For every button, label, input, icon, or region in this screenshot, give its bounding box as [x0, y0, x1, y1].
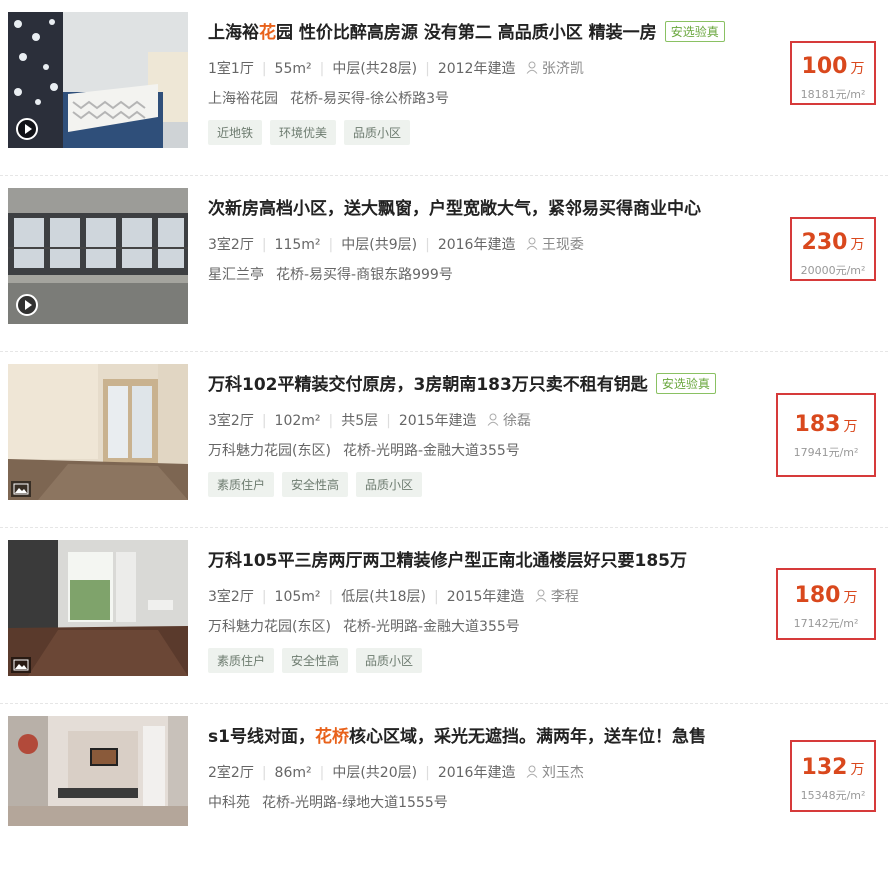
community-link[interactable]: 星汇兰亭	[208, 267, 264, 283]
play-video-icon[interactable]	[16, 294, 38, 316]
price-box: 100 万 18181元/m²	[790, 41, 876, 105]
unit-price: 15348元/m²	[800, 789, 866, 802]
photo-gallery-icon[interactable]	[11, 657, 31, 673]
feature-tags: 素质住户 安全性高 品质小区	[208, 472, 430, 497]
listing-address: 万科魅力花园(东区) 花桥-光明路-金融大道355号	[208, 443, 520, 459]
listing-photo[interactable]	[8, 188, 188, 324]
unit-price: 17142元/m²	[793, 617, 859, 630]
feature-tag: 安全性高	[282, 472, 349, 497]
listing-title[interactable]: s1号线对面，花桥核心区域，采光无遮挡。满两年，送车位！急售	[208, 722, 706, 747]
listing-item[interactable]: 万科102平精装交付原房，3房朝南183万只卖不租有钥匙 安选验真 3室2厅 | 10…	[0, 352, 888, 528]
listing-specs: 3室2厅 | 105m² | 低层(共18层) | 2015年建造 李程	[208, 589, 579, 605]
verified-badge: 安选验真	[664, 21, 725, 42]
person-icon	[535, 589, 547, 602]
listing-address: 上海裕花园 花桥-易买得-徐公桥路3号	[208, 91, 450, 107]
verified-badge: 安选验真	[655, 373, 716, 394]
price-box: 132 万 15348元/m²	[790, 740, 876, 812]
feature-tag: 品质小区	[356, 648, 423, 673]
person-icon	[526, 61, 538, 74]
person-icon	[487, 413, 499, 426]
feature-tags: 近地铁 环境优美 品质小区	[208, 120, 418, 145]
feature-tag: 品质小区	[344, 120, 411, 145]
price-box: 183 万 17941元/m²	[776, 393, 876, 477]
listing-specs: 3室2厅 | 102m² | 共5层 | 2015年建造 徐磊	[208, 413, 531, 429]
unit-price: 20000元/m²	[800, 264, 866, 277]
agent-name[interactable]: 王现委	[526, 237, 584, 253]
feature-tag: 素质住户	[208, 648, 275, 673]
feature-tag: 安全性高	[282, 648, 349, 673]
agent-name[interactable]: 李程	[535, 589, 579, 605]
listing-specs: 3室2厅 | 115m² | 中层(共9层) | 2016年建造 王现委	[208, 237, 584, 253]
listing-photo[interactable]	[8, 364, 188, 500]
listing-item[interactable]: 万科105平三房两厅两卫精装修户型正南北通楼层好只要185万 3室2厅 | 105m…	[0, 528, 888, 704]
price-box: 230 万 20000元/m²	[790, 217, 876, 281]
total-price: 180	[794, 583, 841, 608]
person-icon	[526, 765, 538, 778]
listing-item[interactable]: s1号线对面，花桥核心区域，采光无遮挡。满两年，送车位！急售 2室2厅 | 86m²…	[0, 704, 888, 880]
listing-specs: 1室1厅 | 55m² | 中层(共28层) | 2012年建造 张济凯	[208, 61, 584, 77]
total-price: 183	[794, 412, 841, 437]
listing-photo[interactable]	[8, 716, 188, 826]
listing-list: 上海裕花园 性价比醉高房源 没有第二 高品质小区 精装一房 安选验真 1室1厅 | 5…	[0, 0, 888, 880]
feature-tags: 素质住户 安全性高 品质小区	[208, 648, 430, 673]
total-price: 132	[801, 755, 848, 780]
listing-photo[interactable]	[8, 12, 188, 148]
unit-price: 18181元/m²	[800, 88, 866, 101]
photo-gallery-icon[interactable]	[11, 481, 31, 497]
unit-price: 17941元/m²	[793, 446, 859, 459]
feature-tag: 素质住户	[208, 472, 275, 497]
listing-title[interactable]: 次新房高档小区，送大飘窗，户型宽敞大气，紧邻易买得商业中心	[208, 194, 701, 219]
listing-address: 万科魅力花园(东区) 花桥-光明路-金融大道355号	[208, 619, 520, 635]
agent-name[interactable]: 徐磊	[487, 413, 531, 429]
listing-title[interactable]: 万科105平三房两厅两卫精装修户型正南北通楼层好只要185万	[208, 546, 687, 571]
listing-title[interactable]: 万科102平精装交付原房，3房朝南183万只卖不租有钥匙 安选验真	[208, 370, 716, 395]
community-link[interactable]: 中科苑	[208, 795, 250, 811]
listing-title[interactable]: 上海裕花园 性价比醉高房源 没有第二 高品质小区 精装一房 安选验真	[208, 18, 725, 43]
feature-tag: 环境优美	[270, 120, 337, 145]
listing-address: 中科苑 花桥-光明路-绿地大道1555号	[208, 795, 448, 811]
feature-tag: 品质小区	[356, 472, 423, 497]
total-price: 230	[801, 230, 848, 255]
price-box: 180 万 17142元/m²	[776, 568, 876, 640]
listing-specs: 2室2厅 | 86m² | 中层(共20层) | 2016年建造 刘玉杰	[208, 765, 584, 781]
community-link[interactable]: 万科魅力花园(东区)	[208, 619, 331, 635]
community-link[interactable]: 上海裕花园	[208, 91, 278, 107]
person-icon	[526, 237, 538, 250]
agent-name[interactable]: 张济凯	[526, 61, 584, 77]
listing-photo[interactable]	[8, 540, 188, 676]
community-link[interactable]: 万科魅力花园(东区)	[208, 443, 331, 459]
feature-tag: 近地铁	[208, 120, 263, 145]
play-video-icon[interactable]	[16, 118, 38, 140]
listing-item[interactable]: 上海裕花园 性价比醉高房源 没有第二 高品质小区 精装一房 安选验真 1室1厅 | 5…	[0, 0, 888, 176]
total-price: 100	[801, 54, 848, 79]
listing-address: 星汇兰亭 花桥-易买得-商银东路999号	[208, 267, 453, 283]
agent-name[interactable]: 刘玉杰	[526, 765, 584, 781]
listing-item[interactable]: 次新房高档小区，送大飘窗，户型宽敞大气，紧邻易买得商业中心 3室2厅 | 115m²…	[0, 176, 888, 352]
